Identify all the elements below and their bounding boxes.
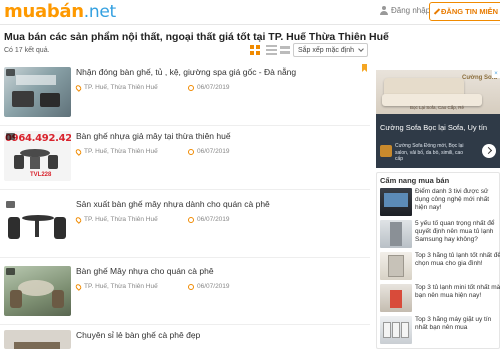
post-free-ad-button[interactable]: ĐĂNG TIN MIỄN PHÍ xyxy=(429,2,500,21)
ad-caption-text: Bọc Lại Sofa, Cao Cấp, Rẻ xyxy=(410,105,465,110)
location-text: TP. Huế, Thừa Thiên Huế xyxy=(84,216,158,223)
listing-title[interactable]: Bàn ghế Mây nhựa cho quán cà phê xyxy=(76,266,214,276)
guide-item[interactable]: Top 3 hãng tủ lạnh tốt nhất để chọn mua … xyxy=(380,252,500,284)
guide-thumbnail[interactable] xyxy=(380,252,412,280)
listing-location: TP. Huế, Thừa Thiên Huế xyxy=(74,83,158,92)
login-label: Đăng nhập xyxy=(391,6,431,15)
ad-next-arrow-icon[interactable] xyxy=(482,144,496,158)
guide-item-text[interactable]: Top 3 hãng máy giặt uy tín nhất bạn nên … xyxy=(415,316,500,332)
clock-icon xyxy=(188,84,194,91)
listing-title[interactable]: Nhận đóng bàn ghế, tủ , kệ, giường spa g… xyxy=(76,67,296,77)
listing-thumbnail[interactable] xyxy=(4,67,71,117)
sidebar-advertisement[interactable]: Cường Sofa Bọc Lại Sofa, Cao Cấp, Rẻ Cườ… xyxy=(376,70,500,168)
location-text: TP. Huế, Thừa Thiên Huế xyxy=(84,84,158,91)
listing-location: TP. Huế, Thừa Thiên Huế xyxy=(74,215,158,224)
result-count: Có 17 kết quả. xyxy=(4,47,50,54)
grid-view-icon[interactable] xyxy=(250,45,261,56)
guide-item[interactable]: Top 3 tủ lạnh mini tốt nhất mà bạn nên m… xyxy=(380,284,500,316)
chevron-down-icon xyxy=(358,46,364,52)
listing-thumbnail[interactable]: 0964.492.424 TVL228 xyxy=(4,131,71,181)
user-icon xyxy=(380,6,388,15)
location-text: TP. Huế, Thừa Thiên Huế xyxy=(84,148,158,155)
listing-title[interactable]: Sản xuất bàn ghế mây nhựa dành cho quán … xyxy=(76,199,270,209)
listing-item[interactable]: Bàn ghế Mây nhựa cho quán cà phê TP. Huế… xyxy=(0,262,370,325)
listing-item[interactable]: Sản xuất bàn ghế mây nhựa dành cho quán … xyxy=(0,195,370,258)
location-pin-icon xyxy=(74,83,83,92)
photo-count-badge xyxy=(6,69,15,76)
top-header: muabán.net Đăng nhập ĐĂNG TIN MIỄN PHÍ xyxy=(0,0,500,25)
listing-item[interactable]: 0964.492.424 TVL228 Bàn ghế nhựa giả mây… xyxy=(0,127,370,190)
ad-description: Cường Sofa Đóng mới, Bọc lại salon, vải … xyxy=(395,143,464,162)
photo-count-badge xyxy=(6,201,15,208)
listing-item[interactable]: Chuyên sỉ lẻ bàn ghế cà phê đẹp xyxy=(0,326,370,349)
clock-icon xyxy=(188,148,194,155)
logo-text-main: muabán xyxy=(4,1,84,22)
listing-item[interactable]: Nhận đóng bàn ghế, tủ , kệ, giường spa g… xyxy=(0,63,370,126)
date-text: 06/07/2019 xyxy=(197,84,230,91)
guide-item-text[interactable]: Top 3 hãng tủ lạnh tốt nhất để chọn mua … xyxy=(415,252,500,268)
listing-date: 06/07/2019 xyxy=(188,84,230,91)
site-logo[interactable]: muabán.net xyxy=(4,0,116,24)
guide-item[interactable]: Top 3 hãng máy giặt uy tín nhất bạn nên … xyxy=(380,316,498,348)
guide-item[interactable]: 5 yếu tố quan trọng nhất để quyết định n… xyxy=(380,220,498,252)
ad-close-icon[interactable]: × xyxy=(492,70,500,78)
listing-date: 06/07/2019 xyxy=(188,283,230,290)
product-code-text: TVL228 xyxy=(30,172,52,178)
clock-icon xyxy=(188,283,194,290)
listing-thumbnail[interactable] xyxy=(4,266,71,316)
guide-title: Cẩm nang mua bán xyxy=(380,176,450,185)
date-text: 06/07/2019 xyxy=(197,216,230,223)
guide-thumbnail[interactable] xyxy=(380,188,412,216)
listing-location: TP. Huế, Thừa Thiên Huế xyxy=(74,147,158,156)
list-view-icon[interactable] xyxy=(266,45,277,56)
date-text: 06/07/2019 xyxy=(197,148,230,155)
location-pin-icon xyxy=(74,282,83,291)
guide-thumbnail[interactable] xyxy=(380,284,412,312)
listing-date: 06/07/2019 xyxy=(188,148,230,155)
listing-thumbnail[interactable] xyxy=(4,199,71,249)
post-button-label: ĐĂNG TIN MIỄN PHÍ xyxy=(441,7,500,16)
buying-guide-panel: Cẩm nang mua bán Điểm danh 3 tivi được s… xyxy=(376,172,500,349)
logo-text-domain: .net xyxy=(83,2,116,22)
guide-thumbnail[interactable] xyxy=(380,220,412,248)
guide-item-text[interactable]: Top 3 tủ lạnh mini tốt nhất mà bạn nên m… xyxy=(415,284,500,300)
bookmark-icon[interactable] xyxy=(362,64,367,72)
ad-logo xyxy=(380,145,392,157)
listing-thumbnail[interactable] xyxy=(4,330,71,349)
listing-location: TP. Huế, Thừa Thiên Huế xyxy=(74,282,158,291)
location-pin-icon xyxy=(74,215,83,224)
guide-thumbnail[interactable] xyxy=(380,316,412,344)
location-text: TP. Huế, Thừa Thiên Huế xyxy=(84,283,158,290)
guide-item-text[interactable]: Điểm danh 3 tivi được sử dụng công nghệ … xyxy=(415,188,500,212)
compact-view-icon[interactable] xyxy=(280,45,290,56)
photo-count-badge xyxy=(6,133,15,140)
clock-icon xyxy=(188,216,194,223)
pen-icon xyxy=(433,8,441,15)
date-text: 06/07/2019 xyxy=(197,283,230,290)
guide-item[interactable]: Điểm danh 3 tivi được sử dụng công nghệ … xyxy=(380,188,498,220)
page-title: Mua bán các sản phẩm nội thất, ngoại thấ… xyxy=(4,31,389,43)
listing-date: 06/07/2019 xyxy=(188,216,230,223)
sort-select-value: Sắp xếp mặc định xyxy=(298,46,355,54)
sort-select[interactable]: Sắp xếp mặc định xyxy=(293,43,368,57)
login-link[interactable]: Đăng nhập xyxy=(380,6,430,15)
photo-count-badge xyxy=(6,268,15,275)
guide-item-text[interactable]: 5 yếu tố quan trọng nhất để quyết định n… xyxy=(415,220,500,244)
location-pin-icon xyxy=(74,147,83,156)
ad-image: Cường Sofa Bọc Lại Sofa, Cao Cấp, Rẻ xyxy=(376,70,500,114)
listing-title[interactable]: Bàn ghế nhựa giả mây tại thừa thiên huế xyxy=(76,131,231,141)
ad-headline[interactable]: Cường Sofa Bọc lại Sofa, Uy tín xyxy=(380,123,490,132)
listing-title[interactable]: Chuyên sỉ lẻ bàn ghế cà phê đẹp xyxy=(76,330,200,340)
